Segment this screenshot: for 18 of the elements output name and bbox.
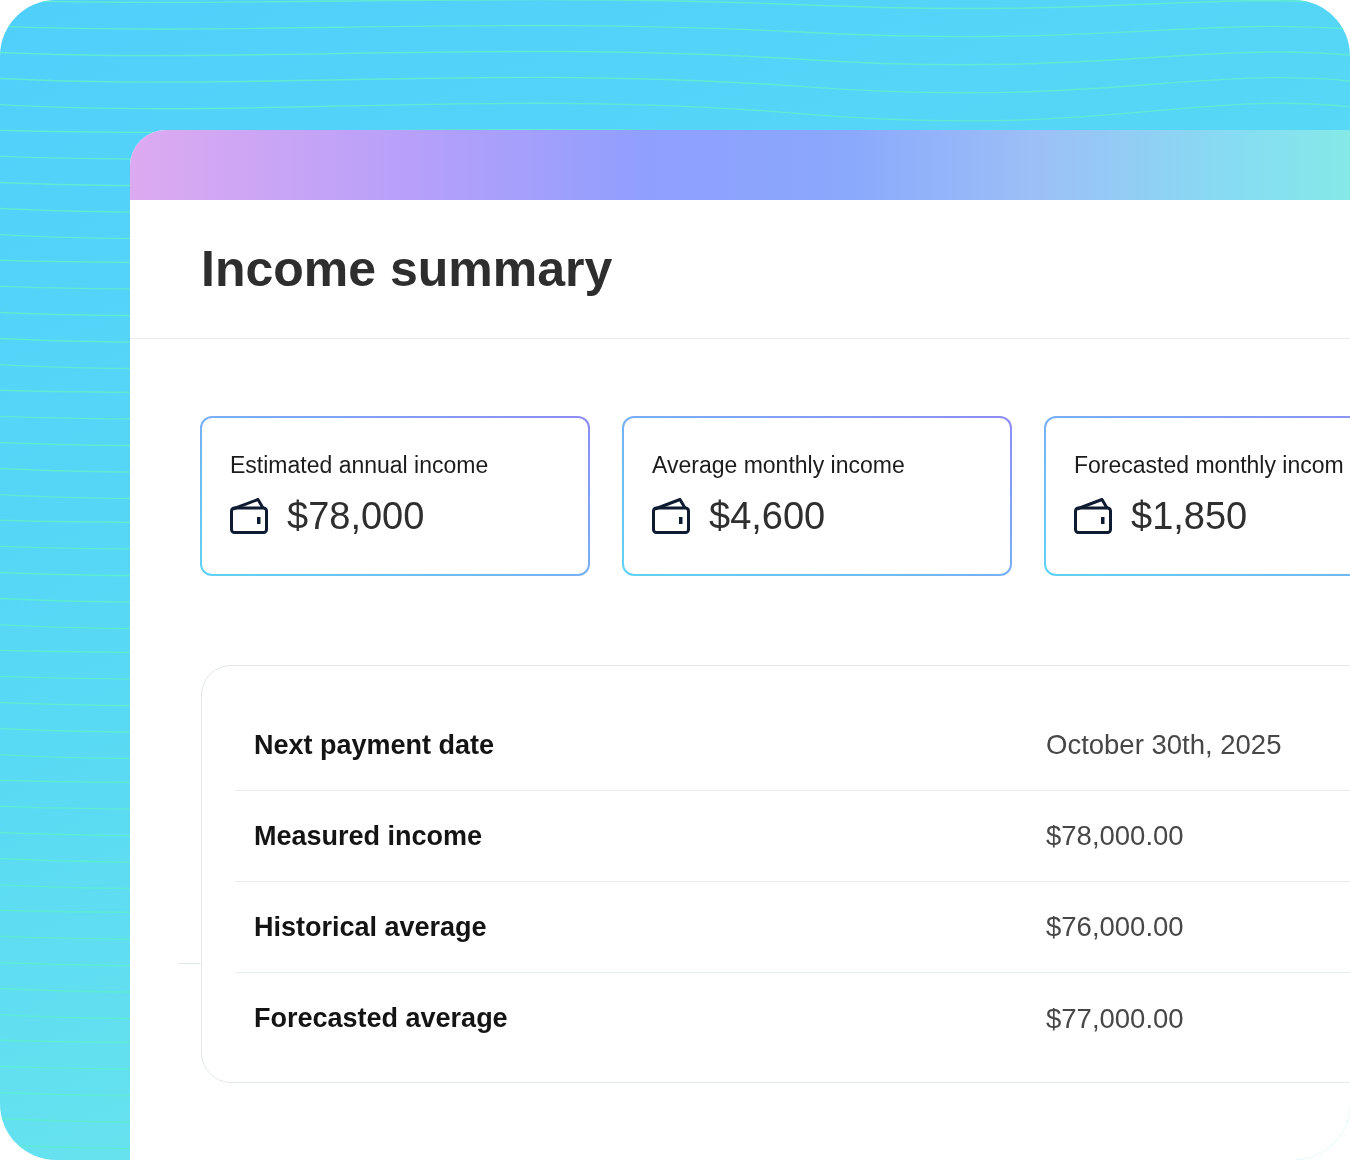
row-value: $76,000.00 [1046,910,1184,945]
wallet-icon [230,498,268,534]
page-title: Income summary [201,244,613,294]
card-value: $78,000 [287,497,425,535]
card-value: $4,600 [709,497,826,535]
row-label: Measured income [254,819,483,853]
row-value: October 30th, 2025 [1046,728,1282,763]
wallet-icon [652,498,690,534]
row-label: Forecasted average [254,1002,508,1036]
row-value: $78,000.00 [1046,819,1184,854]
row-label: Historical average [254,910,487,944]
card-label: Average monthly income [652,454,905,477]
wallet-icon [1074,498,1112,534]
card-label: Estimated annual income [230,454,489,477]
row-label: Next payment date [254,728,495,762]
card-label: Forecasted monthly incom [1074,454,1344,477]
row-value: $77,000.00 [1046,1001,1184,1036]
card-value: $1,850 [1131,497,1248,535]
